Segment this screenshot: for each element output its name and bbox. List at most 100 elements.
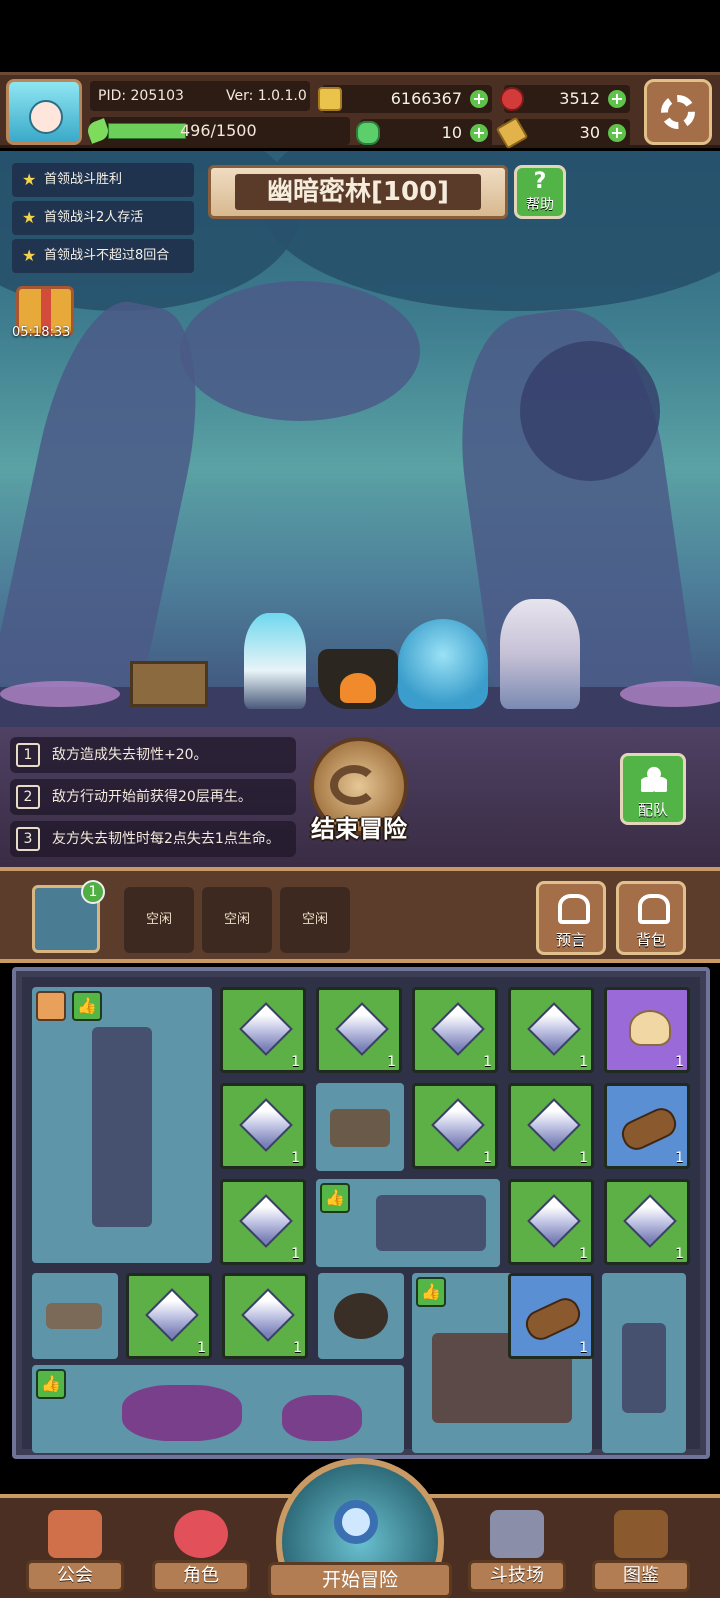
crystal-item[interactable]: 1 (604, 1179, 690, 1265)
xp-bar: 496/1500 (85, 117, 350, 145)
settings-button[interactable] (644, 79, 712, 145)
bottom-navigation: 公会 角色 开始冒险 斗技场 图鉴 (0, 1458, 720, 1598)
crystal-item[interactable]: 1 (412, 1083, 498, 1169)
crystal-icon (623, 1194, 677, 1248)
backpack-button[interactable]: 背包 (616, 881, 686, 955)
gift-timer: 05:18:33 (12, 325, 71, 340)
clover-icon (356, 121, 380, 145)
bones-tile[interactable] (32, 1273, 118, 1359)
effect-number: 2 (16, 785, 40, 809)
nav-start-adventure[interactable]: 开始冒险 (268, 1458, 452, 1598)
quest-text: 首领战斗不超过8回合 (44, 248, 170, 263)
item-count: 1 (197, 1340, 206, 1356)
effect-item: 3 友方失去韧性时每2点失去1点生命。 (10, 821, 296, 857)
add-gold-button[interactable]: + (470, 90, 488, 108)
hero-catgirl (244, 613, 306, 709)
crystal-item[interactable]: 1 (412, 987, 498, 1073)
nav-arena[interactable]: 斗技场 (462, 1502, 572, 1592)
crystal-icon (241, 1288, 295, 1342)
crystal-item[interactable]: 1 (220, 987, 306, 1073)
gravestone-tile[interactable] (602, 1273, 686, 1453)
help-label: 帮助 (526, 197, 554, 213)
effects-panel: 1 敌方造成失去韧性+20。 2 敌方行动开始前获得20层再生。 3 友方失去韧性时每… (0, 727, 720, 867)
help-button[interactable]: ? 帮助 (514, 165, 566, 219)
item-count: 1 (291, 1246, 300, 1262)
cauldron-tile[interactable] (318, 1273, 404, 1359)
stage-title: 幽暗密林[100] (235, 174, 481, 210)
effect-item: 1 敌方造成失去韧性+20。 (10, 737, 296, 773)
inventory-grid: 👍 1 1 1 1 1 1 1 1 1 1 👍 1 1 1 1 👍 1 👍 (12, 967, 710, 1459)
ruins-tile[interactable]: 👍 (316, 1179, 500, 1267)
item-count: 1 (579, 1340, 588, 1356)
tree-branch (180, 281, 420, 421)
question-icon: ? (533, 169, 547, 194)
idle-slot[interactable]: 空闲 (202, 887, 272, 953)
idle-slot[interactable]: 空闲 (280, 887, 350, 953)
add-ruby-button[interactable]: + (608, 90, 626, 108)
mushroom-item[interactable]: 1 (604, 987, 690, 1073)
xp-bar-fill (108, 123, 186, 139)
hero-bunny-mage (500, 599, 580, 709)
ruby-icon (500, 87, 524, 111)
crystal-item[interactable]: 1 (222, 1273, 308, 1359)
backpack-label: 背包 (635, 931, 666, 949)
flowers (0, 681, 120, 707)
crystal-item[interactable]: 1 (220, 1083, 306, 1169)
effect-text: 敌方造成失去韧性+20。 (52, 747, 208, 763)
add-clover-button[interactable]: + (470, 124, 488, 142)
xp-text: 496/1500 (180, 121, 257, 140)
key-counter: 30 + (495, 116, 630, 150)
gravestone-icon (622, 1323, 666, 1413)
idle-slot[interactable]: 空闲 (124, 887, 194, 953)
chest-tile[interactable] (316, 1083, 404, 1171)
log-item[interactable]: 1 (604, 1083, 690, 1169)
crystal-item[interactable]: 1 (316, 987, 402, 1073)
clover-value: 10 (441, 123, 462, 142)
nav-guild[interactable]: 公会 (20, 1502, 130, 1592)
item-count: 1 (483, 1054, 492, 1070)
gear-icon (661, 95, 695, 129)
crystal-item[interactable]: 1 (508, 1083, 594, 1169)
nav-character[interactable]: 角色 (146, 1502, 256, 1592)
quest-text: 首领战斗2人存活 (44, 210, 144, 225)
crystal-item[interactable]: 1 (508, 1179, 594, 1265)
crystal-item[interactable]: 1 (220, 1179, 306, 1265)
gold-counter: 6166367 + (318, 85, 492, 113)
thumb-up-icon: 👍 (36, 1369, 66, 1399)
effect-item: 2 敌方行动开始前获得20层再生。 (10, 779, 296, 815)
thumb-up-icon: 👍 (320, 1183, 350, 1213)
crystal-icon (527, 1002, 581, 1056)
crystal-icon (431, 1002, 485, 1056)
plants-tile[interactable]: 👍 (32, 1365, 404, 1453)
active-slot[interactable]: 1 (32, 880, 105, 953)
thumb-up-icon: 👍 (416, 1277, 446, 1307)
player-avatar[interactable] (6, 79, 82, 145)
gold-value: 6166367 (390, 89, 462, 108)
cauldron-icon (334, 1293, 388, 1339)
log-item[interactable]: 1 (508, 1273, 594, 1359)
crystal-icon (527, 1098, 581, 1152)
guild-icon (48, 1510, 102, 1558)
crystal-icon (145, 1288, 199, 1342)
effect-number: 1 (16, 743, 40, 767)
star-icon: ★ (22, 170, 37, 189)
crystal-item[interactable]: 1 (126, 1273, 212, 1359)
crystal-item[interactable]: 1 (508, 987, 594, 1073)
bones-icon (46, 1303, 102, 1329)
add-key-button[interactable]: + (608, 124, 626, 142)
thumb-up-icon: 👍 (72, 991, 102, 1021)
item-count: 1 (291, 1150, 300, 1166)
nav-codex[interactable]: 图鉴 (586, 1502, 696, 1592)
obelisk-tile[interactable]: 👍 (32, 987, 212, 1263)
item-count: 1 (579, 1150, 588, 1166)
prophecy-button[interactable]: 预言 (536, 881, 606, 955)
stage-title-banner: 幽暗密林[100] (208, 165, 508, 219)
quest-item: ★ 首领战斗胜利 (12, 163, 194, 197)
star-icon: ★ (22, 208, 37, 227)
team-setup-button[interactable]: 配队 (620, 753, 686, 825)
battle-scene: ★ 首领战斗胜利 ★ 首领战斗2人存活 ★ 首领战斗不超过8回合 05:18:33 幽… (0, 151, 720, 727)
key-value: 30 (579, 123, 600, 142)
end-adventure-button[interactable]: 结束冒险 (304, 737, 414, 857)
item-count: 1 (675, 1054, 684, 1070)
item-count: 1 (675, 1246, 684, 1262)
